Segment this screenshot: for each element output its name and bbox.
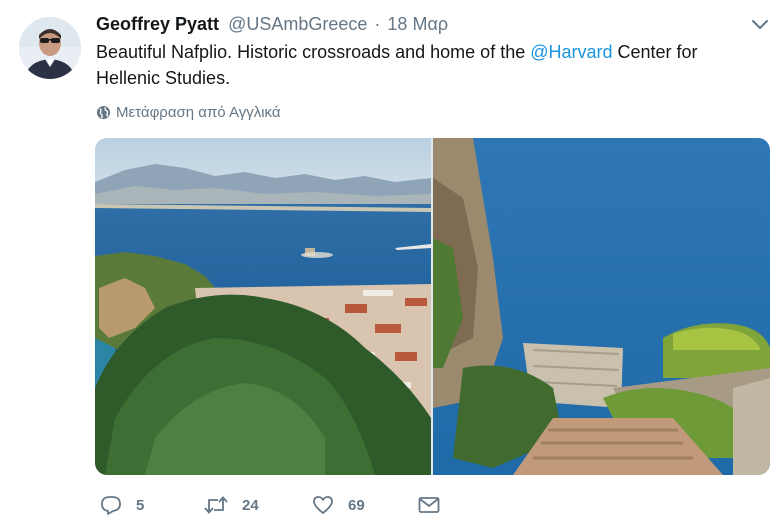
globe-icon bbox=[96, 105, 111, 120]
tweet-actions: 5 24 69 bbox=[96, 490, 496, 520]
retweet-button[interactable]: 24 bbox=[204, 490, 259, 520]
tweet-date[interactable]: 18 Μαρ bbox=[387, 14, 448, 34]
reply-icon bbox=[101, 496, 121, 515]
separator: · bbox=[374, 14, 381, 34]
tweet[interactable]: Geoffrey Pyatt @USAmbGreece · 18 Μαρ Bea… bbox=[0, 0, 782, 522]
cliff-stairway-sea-photo[interactable] bbox=[433, 138, 770, 475]
heart-icon bbox=[313, 496, 333, 514]
retweet-count: 24 bbox=[242, 496, 259, 514]
retweet-icon bbox=[204, 496, 228, 514]
author-name[interactable]: Geoffrey Pyatt bbox=[96, 14, 219, 34]
media-grid bbox=[95, 138, 770, 475]
direct-message-button[interactable] bbox=[418, 490, 454, 520]
like-count: 69 bbox=[348, 496, 365, 514]
translate-link[interactable]: Μετάφραση από Αγγλικά bbox=[96, 103, 281, 123]
reply-count: 5 bbox=[136, 496, 145, 514]
envelope-icon bbox=[418, 497, 440, 513]
reply-button[interactable]: 5 bbox=[100, 490, 144, 520]
nafplio-panorama-photo[interactable] bbox=[95, 138, 431, 475]
avatar[interactable] bbox=[19, 17, 81, 79]
tweet-text-before: Beautiful Nafplio. Historic crossroads a… bbox=[96, 42, 531, 62]
translate-label: Μετάφραση από Αγγλικά bbox=[116, 104, 281, 121]
author-handle[interactable]: @USAmbGreece bbox=[228, 14, 367, 34]
tweet-text: Beautiful Nafplio. Historic crossroads a… bbox=[96, 39, 766, 91]
like-button[interactable]: 69 bbox=[312, 490, 365, 520]
tweet-header: Geoffrey Pyatt @USAmbGreece · 18 Μαρ bbox=[96, 13, 448, 35]
chevron-down-icon[interactable] bbox=[749, 16, 771, 32]
mention-link[interactable]: @Harvard bbox=[530, 42, 612, 62]
